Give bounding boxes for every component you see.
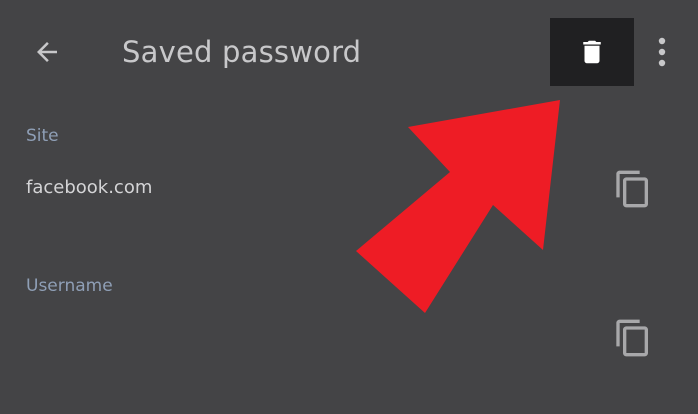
more-vert-icon: [658, 37, 666, 67]
copy-username-button[interactable]: [608, 313, 658, 363]
delete-button[interactable]: [550, 18, 634, 86]
site-label: Site: [26, 126, 59, 146]
app-bar: Saved password: [0, 0, 698, 100]
copy-icon: [616, 319, 648, 357]
more-options-button[interactable]: [644, 28, 680, 76]
username-label: Username: [26, 276, 113, 296]
copy-site-button[interactable]: [608, 164, 658, 214]
trash-icon: [583, 40, 601, 64]
arrow-back-icon: [37, 42, 57, 62]
copy-icon: [616, 170, 648, 208]
back-button[interactable]: [22, 28, 72, 76]
page-title: Saved password: [122, 35, 362, 69]
site-value: facebook.com: [26, 177, 153, 198]
